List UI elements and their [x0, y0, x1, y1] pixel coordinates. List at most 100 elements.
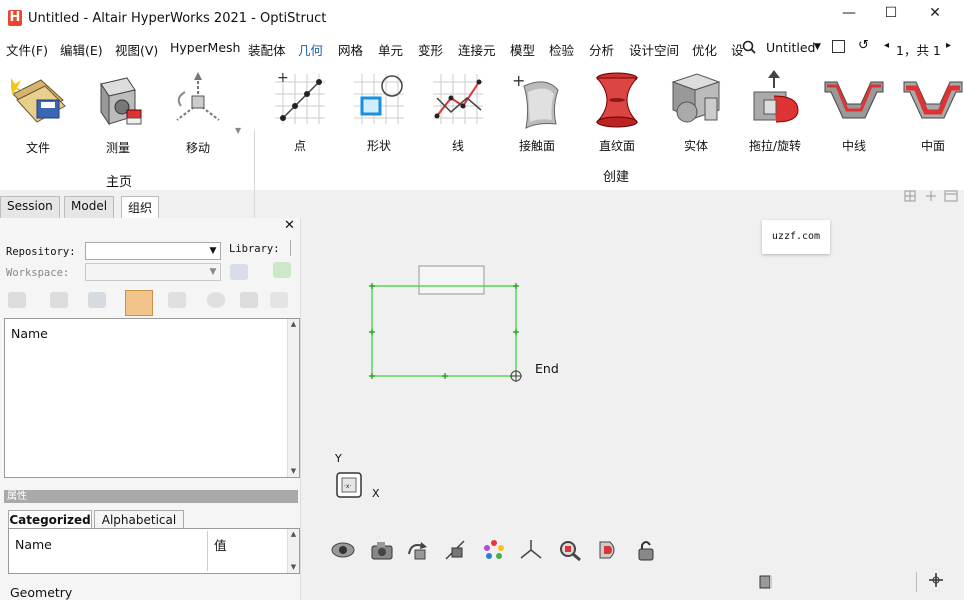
tool-midsurface-label: 中面 — [920, 139, 945, 153]
scroll-up-icon[interactable]: ▲ — [288, 529, 299, 540]
search-icon[interactable] — [742, 40, 756, 54]
table-view-icon[interactable] — [125, 290, 153, 316]
repository-select[interactable]: ▼ — [85, 242, 221, 260]
scroll-down-icon[interactable]: ▼ — [288, 562, 299, 573]
window-title: Untitled - Altair HyperWorks 2021 - Opti… — [28, 11, 327, 26]
page-indicator: 1，共 1 — [896, 43, 941, 58]
tool-line-label: 线 — [451, 139, 464, 153]
tool-solid[interactable]: 实体 — [661, 68, 731, 154]
prop-column-name: Name — [15, 537, 52, 552]
window-layout-icon[interactable] — [944, 190, 958, 202]
expand-arrow-icon[interactable]: ▼ — [235, 126, 241, 135]
menu-validate[interactable]: 检验 — [549, 40, 574, 59]
menu-connectors[interactable]: 连接元 — [458, 40, 496, 59]
rotate-view-icon[interactable] — [405, 538, 431, 562]
help-icon[interactable] — [207, 292, 225, 308]
tool-drag-revolve[interactable]: 拖拉/旋转 — [740, 68, 810, 154]
axis-triad-icon[interactable]: ·x· — [334, 470, 366, 502]
tool-shape-label: 形状 — [366, 139, 391, 153]
menu-file[interactable]: 文件(F) — [6, 40, 48, 59]
visualization-eye-icon[interactable] — [330, 538, 356, 562]
list-scrollbar[interactable]: ▲ ▼ — [287, 319, 299, 477]
scroll-up-icon[interactable]: ▲ — [288, 319, 299, 330]
menu-model[interactable]: 模型 — [510, 40, 535, 59]
close-button[interactable]: ✕ — [920, 2, 950, 24]
menu-mesh[interactable]: 网格 — [338, 40, 363, 59]
repository-list[interactable]: Name ▲ ▼ — [4, 318, 300, 478]
zoom-icon[interactable] — [557, 538, 583, 562]
prev-page-icon[interactable]: ◂ — [884, 40, 889, 51]
tab-organize[interactable]: 组织 — [121, 196, 160, 219]
dimension-box[interactable] — [418, 265, 485, 295]
tool-shape[interactable]: 形状 — [344, 68, 414, 154]
menu-element[interactable]: 单元 — [378, 40, 403, 59]
link-icon[interactable] — [240, 292, 258, 308]
drag-revolve-icon — [753, 70, 799, 123]
copy-icon[interactable] — [50, 292, 68, 308]
camera-icon[interactable] — [369, 538, 395, 562]
tool-file[interactable]: 文件 — [3, 70, 73, 156]
check-in-icon[interactable] — [273, 262, 291, 278]
tool-measure[interactable]: 测量 — [83, 70, 153, 156]
minimize-button[interactable]: — — [834, 2, 864, 24]
crosshair-icon[interactable] — [928, 572, 944, 588]
scroll-down-icon[interactable]: ▼ — [288, 466, 299, 477]
svg-text:+: + — [277, 70, 289, 86]
axis-y-label: Y — [335, 452, 342, 465]
menu-hypermesh[interactable]: HyperMesh — [170, 40, 240, 55]
axes-icon[interactable] — [518, 538, 544, 562]
menu-view[interactable]: 视图(V) — [115, 40, 158, 59]
repository-label: Repository: — [6, 246, 76, 258]
delete-icon[interactable] — [168, 292, 186, 308]
tool-move[interactable]: 移动 — [163, 70, 233, 156]
tool-ruled-surface[interactable]: 直纹面 — [582, 68, 652, 154]
add-item-icon[interactable] — [8, 292, 26, 308]
grid-layout-icon[interactable] — [904, 190, 916, 202]
status-text: Geometry — [10, 585, 73, 600]
workspace-select[interactable]: ▼ — [85, 263, 221, 281]
tool-midline[interactable]: 中线 — [819, 68, 889, 154]
tab-model[interactable]: Model — [64, 196, 115, 219]
create-group-label: 创建 — [603, 170, 630, 185]
menu-optimize[interactable]: 优化 — [692, 40, 717, 59]
chevron-down-icon[interactable]: ▼ — [814, 42, 821, 52]
tool-contact-surface[interactable]: + 接触面 — [502, 68, 572, 154]
menu-geometry[interactable]: 几何 — [298, 40, 324, 62]
menu-assembly[interactable]: 装配体 — [248, 40, 286, 59]
tool-point[interactable]: + 点 — [265, 68, 335, 154]
folder-icon — [11, 78, 66, 123]
checkbox-icon[interactable] — [832, 40, 845, 53]
prop-scrollbar[interactable]: ▲ ▼ — [287, 529, 299, 573]
sketch-geometry[interactable] — [360, 260, 540, 390]
sketch-points[interactable] — [369, 283, 519, 379]
workspace-tree-icon[interactable] — [230, 264, 248, 280]
chevron-down-icon: ▼ — [209, 246, 217, 256]
color-palette-icon[interactable] — [481, 538, 507, 562]
next-page-icon[interactable]: ▸ — [946, 40, 951, 51]
history-icon[interactable]: ↺ — [858, 38, 869, 53]
menu-morph[interactable]: 变形 — [418, 40, 443, 59]
menu-bar: 文件(F) 编辑(E) 视图(V) HyperMesh 装配体 几何 网格 单元… — [0, 36, 964, 62]
menu-design-space[interactable]: 设计空间 — [629, 40, 679, 59]
tab-categorized[interactable]: Categorized — [8, 510, 92, 529]
mode-toggle-icon[interactable] — [758, 574, 774, 590]
menu-analysis[interactable]: 分析 — [589, 40, 614, 59]
lock-icon[interactable] — [633, 538, 659, 562]
maximize-button[interactable]: ☐ — [876, 2, 906, 24]
pan-icon[interactable] — [926, 191, 936, 201]
tab-alphabetical[interactable]: Alphabetical — [94, 510, 184, 529]
svg-text:·x·: ·x· — [344, 483, 351, 490]
tool-line[interactable]: 线 — [423, 68, 493, 154]
tab-session[interactable]: Session — [0, 196, 60, 219]
menu-edit[interactable]: 编辑(E) — [60, 40, 103, 59]
sketch-rectangle[interactable] — [371, 285, 517, 377]
tool-midsurface[interactable]: 中面 — [898, 68, 964, 154]
title-bar: H Untitled - Altair HyperWorks 2021 - Op… — [0, 0, 964, 36]
property-grid[interactable]: Name 值 ▲ ▼ — [8, 528, 300, 574]
network-icon[interactable] — [88, 292, 106, 308]
panel-close-icon[interactable]: ✕ — [284, 218, 295, 233]
session-selector[interactable]: Untitled — [766, 40, 815, 55]
transparency-icon[interactable] — [595, 538, 621, 562]
filter-icon[interactable] — [270, 292, 288, 308]
section-cut-icon[interactable] — [443, 538, 469, 562]
